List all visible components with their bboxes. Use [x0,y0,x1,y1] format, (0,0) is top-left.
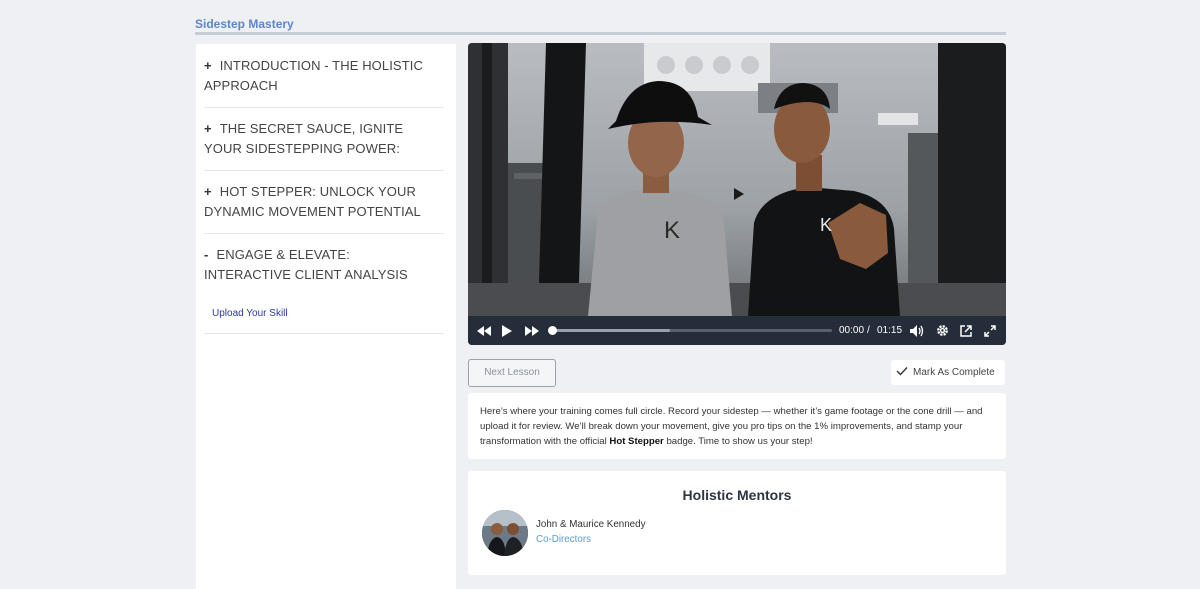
volume-icon [910,324,924,337]
fast-forward-icon [525,325,539,336]
expand-icon: + [204,121,212,136]
section-secret-sauce[interactable]: + THE SECRET SAUCE, IGNITE YOUR SIDESTEPP… [204,119,440,159]
course-title: Sidestep Mastery [195,17,294,31]
section-hot-stepper[interactable]: + HOT STEPPER: UNLOCK YOUR DYNAMIC MOVEME… [204,182,440,222]
settings-gear-icon [936,325,948,336]
svg-text:K: K [820,215,832,235]
expand-icon: + [204,184,212,199]
play-icon [502,324,512,337]
section-divider [204,107,444,108]
avatar [482,510,528,556]
description-text-end: badge. Time to show us your step! [663,436,813,447]
video-frame[interactable]: K K [468,43,1006,316]
seek-buffer [552,329,670,332]
rewind-button[interactable] [474,316,494,345]
section-title: HOT STEPPER: UNLOCK YOUR DYNAMIC MOVEMEN… [204,184,421,219]
mentors-card: Holistic Mentors John & Maurice Kennedy … [468,471,1006,575]
mentor-photo [482,510,528,556]
settings-button[interactable] [933,316,951,345]
section-title: ENGAGE & ELEVATE: INTERACTIVE CLIENT ANA… [204,247,408,282]
duration: 01:15 [877,325,903,336]
section-introduction[interactable]: + INTRODUCTION - THE HOLISTIC APPROACH [204,56,440,96]
fullscreen-icon [984,324,996,337]
mentor-role: Co-Directors [536,534,591,545]
section-divider [204,233,444,234]
current-time: 00:00 [839,325,865,336]
mark-as-complete-label: Mark As Complete [913,367,995,378]
next-lesson-button[interactable]: Next Lesson [468,359,556,387]
section-title: THE SECRET SAUCE, IGNITE YOUR SIDESTEPPI… [204,121,404,156]
section-divider [204,170,444,171]
seek-bar[interactable] [548,326,832,335]
volume-button[interactable] [908,316,926,345]
video-player[interactable]: K K 00:00 / 01:15 [468,43,1006,345]
video-controls: 00:00 / 01:15 [468,316,1006,345]
lesson-description-card: Here’s where your training comes full ci… [468,393,1006,459]
mentor-name: John & Maurice Kennedy [536,519,646,530]
seek-thumb[interactable] [548,326,557,335]
svg-text:K: K [664,217,680,244]
play-button[interactable] [498,316,516,345]
mark-as-complete-button[interactable]: Mark As Complete [891,360,1005,385]
badge-name: Hot Stepper [609,436,664,447]
lesson-sidebar: + INTRODUCTION - THE HOLISTIC APPROACH + T… [196,44,456,589]
pip-button[interactable] [957,316,975,345]
time-separator: / [867,325,870,336]
fullscreen-button[interactable] [981,316,999,345]
checkmark-icon [896,367,908,376]
rewind-icon [477,325,491,336]
fast-forward-button[interactable] [522,316,542,345]
title-divider [195,32,1006,35]
expand-icon: + [204,58,212,73]
lesson-description: Here’s where your training comes full ci… [480,404,990,449]
section-title: INTRODUCTION - THE HOLISTIC APPROACH [204,58,423,93]
mentors-title: Holistic Mentors [682,487,792,503]
section-engage-elevate[interactable]: - ENGAGE & ELEVATE: INTERACTIVE CLIENT AN… [204,245,440,285]
pip-icon [960,324,972,337]
section-divider [204,333,444,334]
collapse-icon: - [204,247,209,262]
lesson-link-upload-your-skill[interactable]: Upload Your Skill [212,308,288,319]
